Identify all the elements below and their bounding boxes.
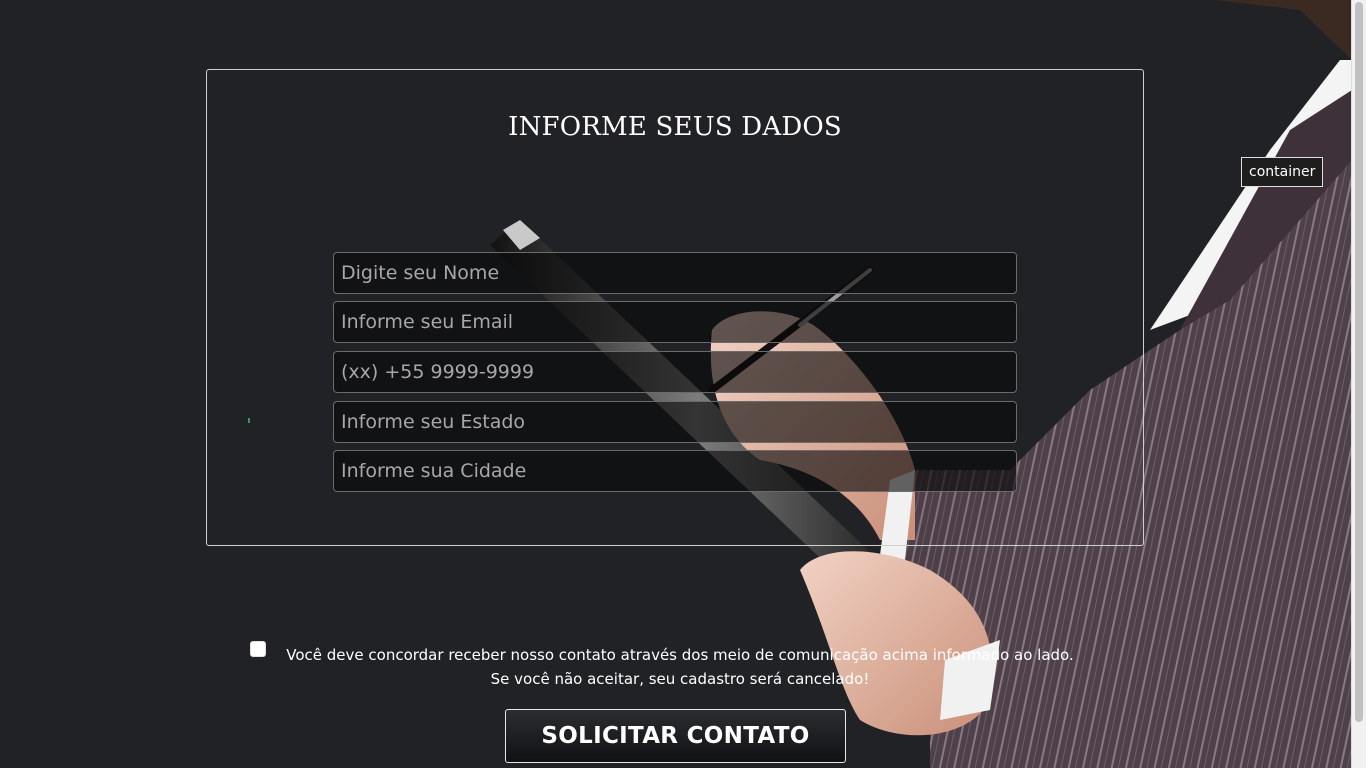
name-input[interactable] xyxy=(333,252,1017,294)
submit-button[interactable]: SOLICITAR CONTATO xyxy=(505,709,846,763)
form-title: INFORME SEUS DADOS xyxy=(508,112,842,142)
page: INFORME SEUS DADOS container Você deve c… xyxy=(0,0,1366,768)
city-input[interactable] xyxy=(333,450,1017,492)
container-tooltip: container xyxy=(1241,157,1324,187)
scrollbar-thumb[interactable] xyxy=(1355,2,1363,722)
form-container: INFORME SEUS DADOS xyxy=(206,69,1144,546)
state-input[interactable] xyxy=(333,401,1017,443)
email-input[interactable] xyxy=(333,301,1017,343)
scrollbar[interactable] xyxy=(1351,0,1366,768)
phone-input[interactable] xyxy=(333,351,1017,393)
consent-checkbox[interactable] xyxy=(250,641,266,657)
consent-text: Você deve concordar receber nosso contat… xyxy=(286,646,1074,688)
decorative-dot xyxy=(248,418,250,423)
